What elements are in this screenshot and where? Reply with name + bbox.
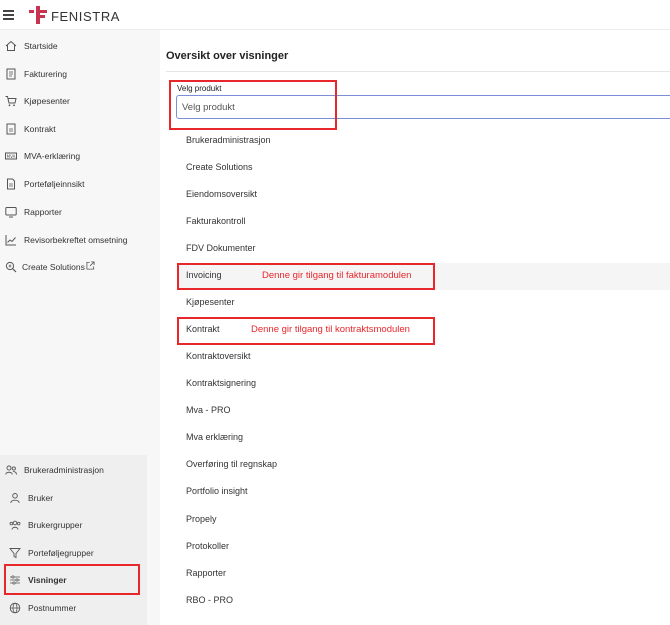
option-label: Overføring til regnskap xyxy=(186,459,278,469)
highlight-visninger xyxy=(4,564,140,595)
option-label: Kontraktoversikt xyxy=(186,351,251,361)
option-kjopesenter[interactable]: Kjøpesenter xyxy=(177,290,670,317)
option-label: Portfolio insight xyxy=(186,486,248,496)
highlight-select-box xyxy=(169,80,337,130)
sidebar: Startside Fakturering Kjøpesenter Kontra… xyxy=(0,30,147,625)
sidebar-item-label: Bruker xyxy=(28,493,54,503)
sidebar-item-revisorbekreftet-omsetning[interactable]: Revisorbekreftet omsetning xyxy=(0,228,147,252)
option-label: Propely xyxy=(186,514,217,524)
admin-section: Brukeradministrasjon Bruker Brukergruppe… xyxy=(0,455,147,625)
logo-text: FENISTRA xyxy=(51,9,121,24)
option-overforing-til-regnskap[interactable]: Overføring til regnskap xyxy=(177,452,670,479)
users-icon xyxy=(9,520,21,530)
sidebar-item-postnummer[interactable]: Postnummer xyxy=(0,596,147,620)
sidebar-item-label: Revisorbekreftet omsetning xyxy=(24,235,128,245)
option-mva-pro[interactable]: Mva - PRO xyxy=(177,398,670,425)
option-kontraktsignering[interactable]: Kontraktsignering xyxy=(177,371,670,398)
sidebar-item-portefoljeinnsikt[interactable]: Porteføljeinnsikt xyxy=(0,172,147,196)
option-label: Rapporter xyxy=(186,568,227,578)
option-protokoller[interactable]: Protokoller xyxy=(177,534,670,561)
option-fdv-dokumenter[interactable]: FDV Dokumenter xyxy=(177,236,670,263)
sidebar-item-rapporter[interactable]: Rapporter xyxy=(0,200,147,224)
sidebar-item-label: Brukergrupper xyxy=(28,520,83,530)
sidebar-item-fakturering[interactable]: Fakturering xyxy=(0,62,147,86)
document-icon xyxy=(7,178,15,190)
option-rbo-pro[interactable]: RBO - PRO xyxy=(177,588,670,615)
option-create-solutions[interactable]: Create Solutions xyxy=(177,155,670,182)
menu-icon[interactable] xyxy=(3,10,14,20)
sidebar-item-portefoljegrupper[interactable]: Porteføljegrupper xyxy=(0,541,147,565)
sidebar-item-label: Fakturering xyxy=(24,69,67,79)
sidebar-item-label: Kontrakt xyxy=(24,124,56,134)
fenistra-logo-icon xyxy=(29,6,47,24)
option-label: Protokoller xyxy=(186,541,230,551)
sidebar-item-label: Startside xyxy=(24,41,58,51)
option-kontraktoversikt[interactable]: Kontraktoversikt xyxy=(177,344,670,371)
sidebar-item-label: Brukeradministrasjon xyxy=(24,465,104,475)
option-label: FDV Dokumenter xyxy=(186,243,256,253)
filter-icon xyxy=(9,548,21,559)
sidebar-item-mva-erklaering[interactable]: MVA MVA-erklæring xyxy=(0,144,147,168)
sidebar-item-kjopesenter[interactable]: Kjøpesenter xyxy=(0,89,147,113)
highlight-invoicing xyxy=(177,263,435,290)
option-label: Mva - PRO xyxy=(186,405,231,415)
globe-icon xyxy=(9,602,21,614)
sidebar-item-label: Rapporter xyxy=(24,207,62,217)
sidebar-item-brukeradministrasjon[interactable]: Brukeradministrasjon xyxy=(0,458,147,482)
monitor-icon xyxy=(5,207,17,218)
page-title: Oversikt over visninger xyxy=(166,50,289,62)
home-icon xyxy=(5,40,17,51)
sidebar-item-label: Create Solutions xyxy=(22,262,85,272)
sidebar-item-label: MVA-erklæring xyxy=(24,151,81,161)
option-fakturakontroll[interactable]: Fakturakontroll xyxy=(177,209,670,236)
highlight-kontrakt xyxy=(177,317,435,345)
option-portfolio-insight[interactable]: Portfolio insight xyxy=(177,479,670,506)
option-label: RBO - PRO xyxy=(186,595,234,605)
external-link-icon xyxy=(86,261,95,270)
option-mva-erklaering[interactable]: Mva erklæring xyxy=(177,425,670,452)
option-label: Fakturakontroll xyxy=(186,216,246,226)
divider xyxy=(166,71,670,72)
option-label: Create Solutions xyxy=(186,162,253,172)
option-propely[interactable]: Propely xyxy=(177,507,670,534)
chart-line-icon xyxy=(5,235,16,246)
sidebar-item-bruker[interactable]: Bruker xyxy=(0,486,147,510)
sidebar-item-kontrakt[interactable]: Kontrakt xyxy=(0,117,147,141)
sidebar-item-brukergrupper[interactable]: Brukergrupper xyxy=(0,513,147,537)
sidebar-item-label: Postnummer xyxy=(28,603,77,613)
option-label: Kjøpesenter xyxy=(186,297,235,307)
sidebar-item-label: Porteføljegrupper xyxy=(28,548,94,558)
sidebar-item-label: Kjøpesenter xyxy=(24,96,70,106)
option-label: Mva erklæring xyxy=(186,432,244,442)
option-brukeradministrasjon[interactable]: Brukeradministrasjon xyxy=(177,128,670,155)
option-label: Kontraktsignering xyxy=(186,378,257,388)
top-bar: FENISTRA xyxy=(0,0,670,30)
option-rapporter[interactable]: Rapporter xyxy=(177,561,670,588)
user-icon xyxy=(10,493,20,504)
users-admin-icon xyxy=(5,465,17,475)
search-icon xyxy=(5,261,17,273)
sidebar-item-startside[interactable]: Startside xyxy=(0,34,147,58)
svg-text:MVA: MVA xyxy=(7,154,16,159)
option-label: Eiendomsoversikt xyxy=(186,189,258,199)
option-label: Brukeradministrasjon xyxy=(186,135,271,145)
vat-icon: MVA xyxy=(5,152,17,160)
receipt-icon xyxy=(6,68,16,80)
sidebar-item-label: Porteføljeinnsikt xyxy=(24,179,85,189)
option-eiendomsoversikt[interactable]: Eiendomsoversikt xyxy=(177,182,670,209)
sidebar-item-create-solutions[interactable]: Create Solutions xyxy=(0,255,147,279)
contract-icon xyxy=(6,123,16,135)
cart-icon xyxy=(5,96,17,107)
